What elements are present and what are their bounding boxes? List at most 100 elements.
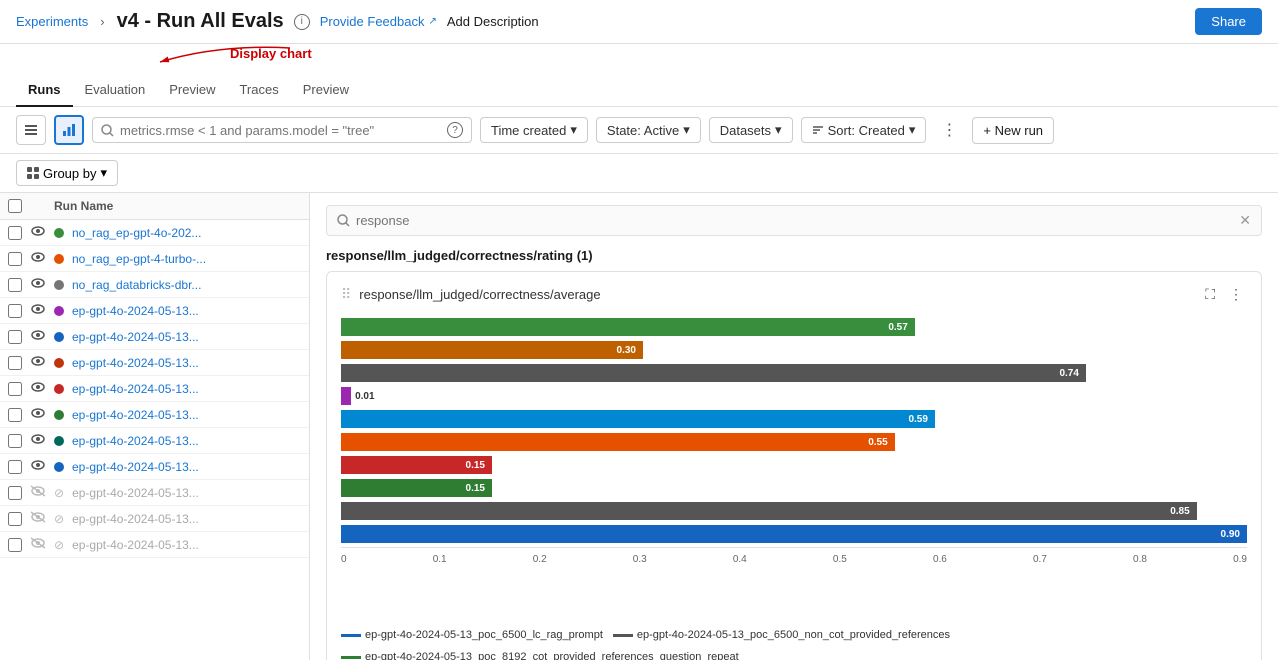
hidden-eye-icon[interactable] xyxy=(30,537,46,552)
hash-icon: ⊘ xyxy=(54,486,64,500)
eye-icon[interactable] xyxy=(30,303,46,318)
run-name-label[interactable]: ep-gpt-4o-2024-05-13... xyxy=(72,408,199,422)
info-icon[interactable]: i xyxy=(294,14,310,30)
bar-fill xyxy=(341,387,351,405)
sort-filter[interactable]: Sort: Created ▾ xyxy=(801,117,927,143)
bar-row: 0.15 xyxy=(341,455,1247,475)
eye-icon[interactable] xyxy=(30,381,46,396)
chart-card-header: ⠿ response/llm_judged/correctness/averag… xyxy=(341,284,1247,305)
run-row[interactable]: ep-gpt-4o-2024-05-13... xyxy=(0,428,309,454)
bar-chart-icon xyxy=(62,123,76,137)
run-checkbox[interactable] xyxy=(8,538,22,552)
run-checkbox[interactable] xyxy=(8,512,22,526)
bar-row: 0.85 xyxy=(341,501,1247,521)
run-table-header: Run Name xyxy=(0,193,309,220)
run-row[interactable]: no_rag_ep-gpt-4o-202... xyxy=(0,220,309,246)
run-name-label[interactable]: ep-gpt-4o-2024-05-13... xyxy=(72,434,199,448)
tab-preview1[interactable]: Preview xyxy=(157,74,227,107)
run-color-dot xyxy=(54,436,64,446)
run-row[interactable]: ep-gpt-4o-2024-05-13... xyxy=(0,350,309,376)
state-filter[interactable]: State: Active ▾ xyxy=(596,117,701,143)
eye-icon[interactable] xyxy=(30,277,46,292)
bar-row: 0.30 xyxy=(341,340,1247,360)
bars-area: 0.570.300.740.010.590.550.150.150.850.90… xyxy=(341,317,1247,589)
run-checkbox[interactable] xyxy=(8,226,22,240)
new-run-button[interactable]: + New run xyxy=(972,117,1054,144)
page-title: v4 - Run All Evals xyxy=(117,10,284,33)
fullscreen-button[interactable]: ⛶ xyxy=(1201,284,1219,305)
eye-icon[interactable] xyxy=(30,225,46,240)
hidden-eye-icon[interactable] xyxy=(30,511,46,526)
legend-color xyxy=(613,634,633,637)
filter-info-icon[interactable]: ? xyxy=(447,122,463,138)
list-view-button[interactable] xyxy=(16,115,46,145)
run-row[interactable]: ⊘ep-gpt-4o-2024-05-13... xyxy=(0,532,309,558)
run-name-label[interactable]: ep-gpt-4o-2024-05-13... xyxy=(72,538,199,552)
run-row[interactable]: no_rag_ep-gpt-4-turbo-... xyxy=(0,246,309,272)
run-name-label[interactable]: ep-gpt-4o-2024-05-13... xyxy=(72,356,199,370)
filter-search-wrapper: ? xyxy=(92,117,472,143)
tab-preview2[interactable]: Preview xyxy=(291,74,361,107)
breadcrumb-experiments[interactable]: Experiments xyxy=(16,14,88,29)
eye-icon[interactable] xyxy=(30,459,46,474)
run-color-dot xyxy=(54,332,64,342)
run-name-label[interactable]: ep-gpt-4o-2024-05-13... xyxy=(72,460,199,474)
run-name-label[interactable]: ep-gpt-4o-2024-05-13... xyxy=(72,382,199,396)
legend-item: ep-gpt-4o-2024-05-13_poc_8192_cot_provid… xyxy=(341,651,739,660)
more-options-button[interactable]: ⋮ xyxy=(934,115,964,145)
run-name-label[interactable]: ep-gpt-4o-2024-05-13... xyxy=(72,486,199,500)
run-color-dot xyxy=(54,228,64,238)
run-checkbox[interactable] xyxy=(8,434,22,448)
run-checkbox[interactable] xyxy=(8,304,22,318)
filter-input[interactable] xyxy=(120,123,441,138)
chart-options-button[interactable]: ⋮ xyxy=(1225,284,1247,305)
run-checkbox[interactable] xyxy=(8,486,22,500)
run-row[interactable]: no_rag_databricks-dbr... xyxy=(0,272,309,298)
run-row[interactable]: ⊘ ep-gpt-4o-2024-05-13... xyxy=(0,480,309,506)
eye-icon[interactable] xyxy=(30,251,46,266)
tab-traces[interactable]: Traces xyxy=(227,74,290,107)
run-row[interactable]: ep-gpt-4o-2024-05-13... xyxy=(0,324,309,350)
run-row[interactable]: ep-gpt-4o-2024-05-13... xyxy=(0,402,309,428)
share-button[interactable]: Share xyxy=(1195,8,1262,35)
legend-label: ep-gpt-4o-2024-05-13_poc_8192_cot_provid… xyxy=(365,651,739,660)
bar-fill: 0.74 xyxy=(341,364,1086,382)
main-content: Run Name no_rag_ep-gpt-4o-202... no_rag_e… xyxy=(0,193,1278,660)
run-color-dot xyxy=(54,462,64,472)
run-checkbox[interactable] xyxy=(8,252,22,266)
run-name-header: Run Name xyxy=(54,199,113,213)
run-name-label[interactable]: no_rag_databricks-dbr... xyxy=(72,278,201,292)
run-name-label[interactable]: ep-gpt-4o-2024-05-13... xyxy=(72,304,199,318)
time-created-filter[interactable]: Time created ▾ xyxy=(480,117,588,143)
run-checkbox[interactable] xyxy=(8,330,22,344)
metric-search-input[interactable] xyxy=(356,213,1233,228)
x-axis-label: 0.8 xyxy=(1133,554,1147,565)
group-by-button[interactable]: Group by ▾ xyxy=(16,160,118,186)
chart-view-button[interactable] xyxy=(54,115,84,145)
hidden-eye-icon[interactable] xyxy=(30,485,46,500)
run-name-label[interactable]: no_rag_ep-gpt-4-turbo-... xyxy=(72,252,206,266)
run-name-label[interactable]: no_rag_ep-gpt-4o-202... xyxy=(72,226,201,240)
eye-icon[interactable] xyxy=(30,355,46,370)
run-name-label[interactable]: ep-gpt-4o-2024-05-13... xyxy=(72,512,199,526)
add-description-link[interactable]: Add Description xyxy=(447,14,539,29)
run-checkbox[interactable] xyxy=(8,460,22,474)
run-checkbox[interactable] xyxy=(8,382,22,396)
tab-runs[interactable]: Runs xyxy=(16,74,73,107)
run-checkbox[interactable] xyxy=(8,278,22,292)
datasets-filter[interactable]: Datasets ▾ xyxy=(709,117,793,143)
clear-search-icon[interactable]: ✕ xyxy=(1239,212,1251,229)
select-all-checkbox[interactable] xyxy=(8,199,22,213)
run-checkbox[interactable] xyxy=(8,356,22,370)
eye-icon[interactable] xyxy=(30,329,46,344)
eye-icon[interactable] xyxy=(30,433,46,448)
run-checkbox[interactable] xyxy=(8,408,22,422)
eye-icon[interactable] xyxy=(30,407,46,422)
run-row[interactable]: ep-gpt-4o-2024-05-13... xyxy=(0,376,309,402)
run-row[interactable]: ep-gpt-4o-2024-05-13... xyxy=(0,454,309,480)
run-row[interactable]: ep-gpt-4o-2024-05-13... xyxy=(0,298,309,324)
run-row[interactable]: ⊘ep-gpt-4o-2024-05-13... xyxy=(0,506,309,532)
tab-evaluation[interactable]: Evaluation xyxy=(73,74,158,107)
feedback-link[interactable]: Provide Feedback ↗ xyxy=(320,14,437,29)
run-name-label[interactable]: ep-gpt-4o-2024-05-13... xyxy=(72,330,199,344)
